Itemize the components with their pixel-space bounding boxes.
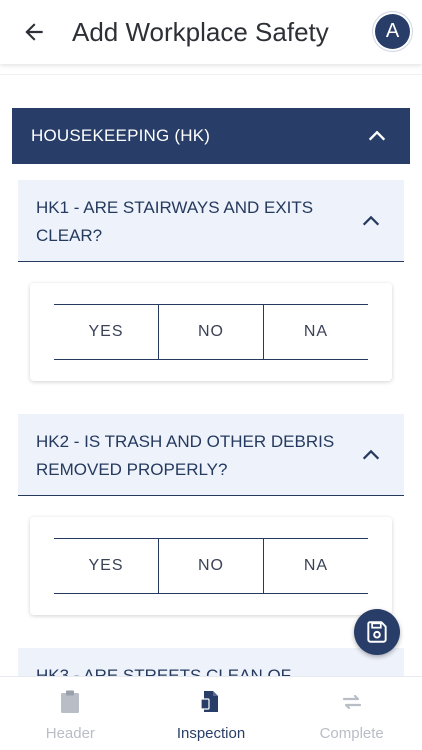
yes-button[interactable]: YES xyxy=(54,539,158,593)
arrow-left-icon xyxy=(25,23,43,41)
question-text: HK3 - ARE STREETS CLEAN OF xyxy=(36,666,292,676)
question-header-hk2[interactable]: HK2 - IS TRASH AND OTHER DEBRIS REMOVED … xyxy=(18,414,404,496)
question-text: HK2 - IS TRASH AND OTHER DEBRIS REMOVED … xyxy=(36,432,335,479)
question-text: HK1 - ARE STAIRWAYS AND EXITS CLEAR? xyxy=(36,198,314,245)
chevron-up-icon xyxy=(362,449,380,460)
app-bar: Add Workplace Safety A xyxy=(0,0,422,64)
page-title: Add Workplace Safety xyxy=(72,16,329,47)
nav-item-header[interactable]: Header xyxy=(0,677,141,750)
nav-label: Complete xyxy=(319,725,384,742)
answer-toggle-group: YES NO NA xyxy=(54,304,368,360)
question-header-hk3[interactable]: HK3 - ARE STREETS CLEAN OF xyxy=(18,648,404,676)
swap-arrows-icon xyxy=(342,694,361,710)
avatar[interactable]: A xyxy=(375,14,410,49)
no-button[interactable]: NO xyxy=(158,539,263,593)
answer-card-hk2: YES NO NA xyxy=(30,517,392,615)
bottom-navigation: Header Inspection Complete xyxy=(0,676,422,750)
yes-button[interactable]: YES xyxy=(54,305,158,359)
answer-card-hk1: YES NO NA xyxy=(30,283,392,381)
chevron-up-icon xyxy=(362,215,380,226)
clipboard-icon xyxy=(61,690,80,713)
nav-item-inspection[interactable]: Inspection xyxy=(141,677,282,750)
no-button[interactable]: NO xyxy=(158,305,263,359)
na-button[interactable]: NA xyxy=(263,305,368,359)
answer-toggle-group: YES NO NA xyxy=(54,538,368,594)
divider xyxy=(0,74,422,75)
na-button[interactable]: NA xyxy=(263,539,368,593)
nav-label: Inspection xyxy=(176,725,246,742)
document-icon xyxy=(200,691,218,712)
section-label: HOUSEKEEPING (HK) xyxy=(31,126,211,145)
save-button[interactable] xyxy=(354,609,400,655)
nav-label: Header xyxy=(45,725,95,742)
question-header-hk1[interactable]: HK1 - ARE STAIRWAYS AND EXITS CLEAR? xyxy=(18,180,404,262)
back-button[interactable] xyxy=(14,12,54,52)
nav-item-complete[interactable]: Complete xyxy=(281,677,422,750)
content-scroll[interactable]: HOUSEKEEPING (HK) HK1 - ARE STAIRWAYS AN… xyxy=(0,64,422,676)
chevron-up-icon xyxy=(368,130,386,141)
save-icon xyxy=(367,621,387,643)
section-header-housekeeping[interactable]: HOUSEKEEPING (HK) xyxy=(12,108,410,164)
